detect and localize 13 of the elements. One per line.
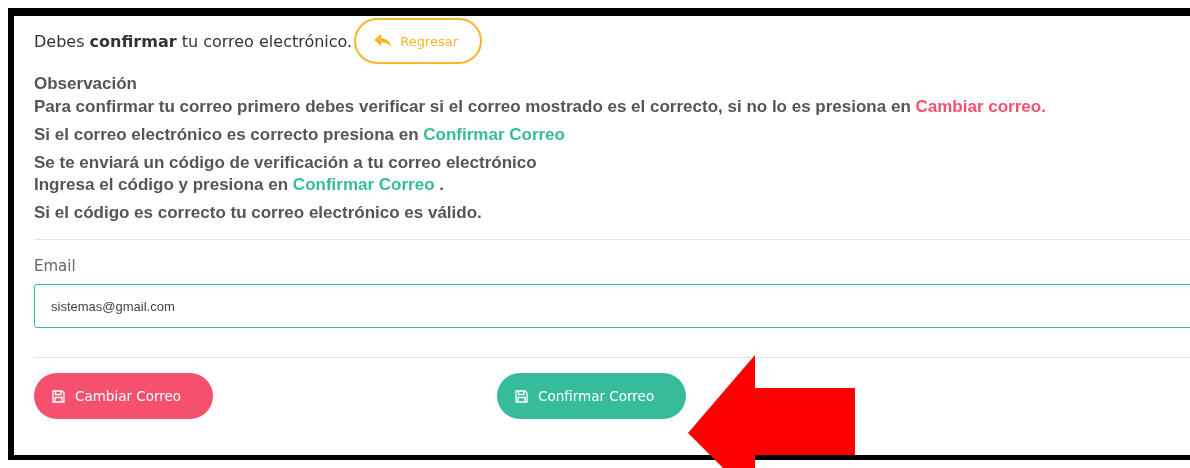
email-label: Email	[34, 257, 77, 275]
observation-title: Observación	[34, 73, 138, 95]
instruction-text: Si el código es correcto tu correo electrónico es válido.	[34, 203, 483, 223]
email-field[interactable]: sistemas@gmail.com	[34, 284, 1190, 328]
reply-icon	[374, 34, 393, 48]
instruction-text: Ingresa el código y presiona en Confirmar Correo .	[34, 175, 445, 195]
instruction-text: Se te enviará un código de verificación a tu correo electrónico	[34, 153, 538, 173]
confirm-email-heading: Debes confirmar tu correo electrónico.	[34, 31, 353, 51]
instruction-text: Para confirmar tu correo primero debes verificar si el correo mostrado es el correcto, si no lo es presiona en Cambiar correo.	[34, 97, 1047, 117]
back-button[interactable]: Regresar	[354, 18, 483, 64]
instruction-text: Si el correo electrónico es correcto presiona en Confirmar Correo	[34, 125, 566, 145]
save-button[interactable]: Cambiar Correo	[34, 373, 213, 419]
save-button[interactable]: Confirmar Correo	[497, 373, 686, 419]
